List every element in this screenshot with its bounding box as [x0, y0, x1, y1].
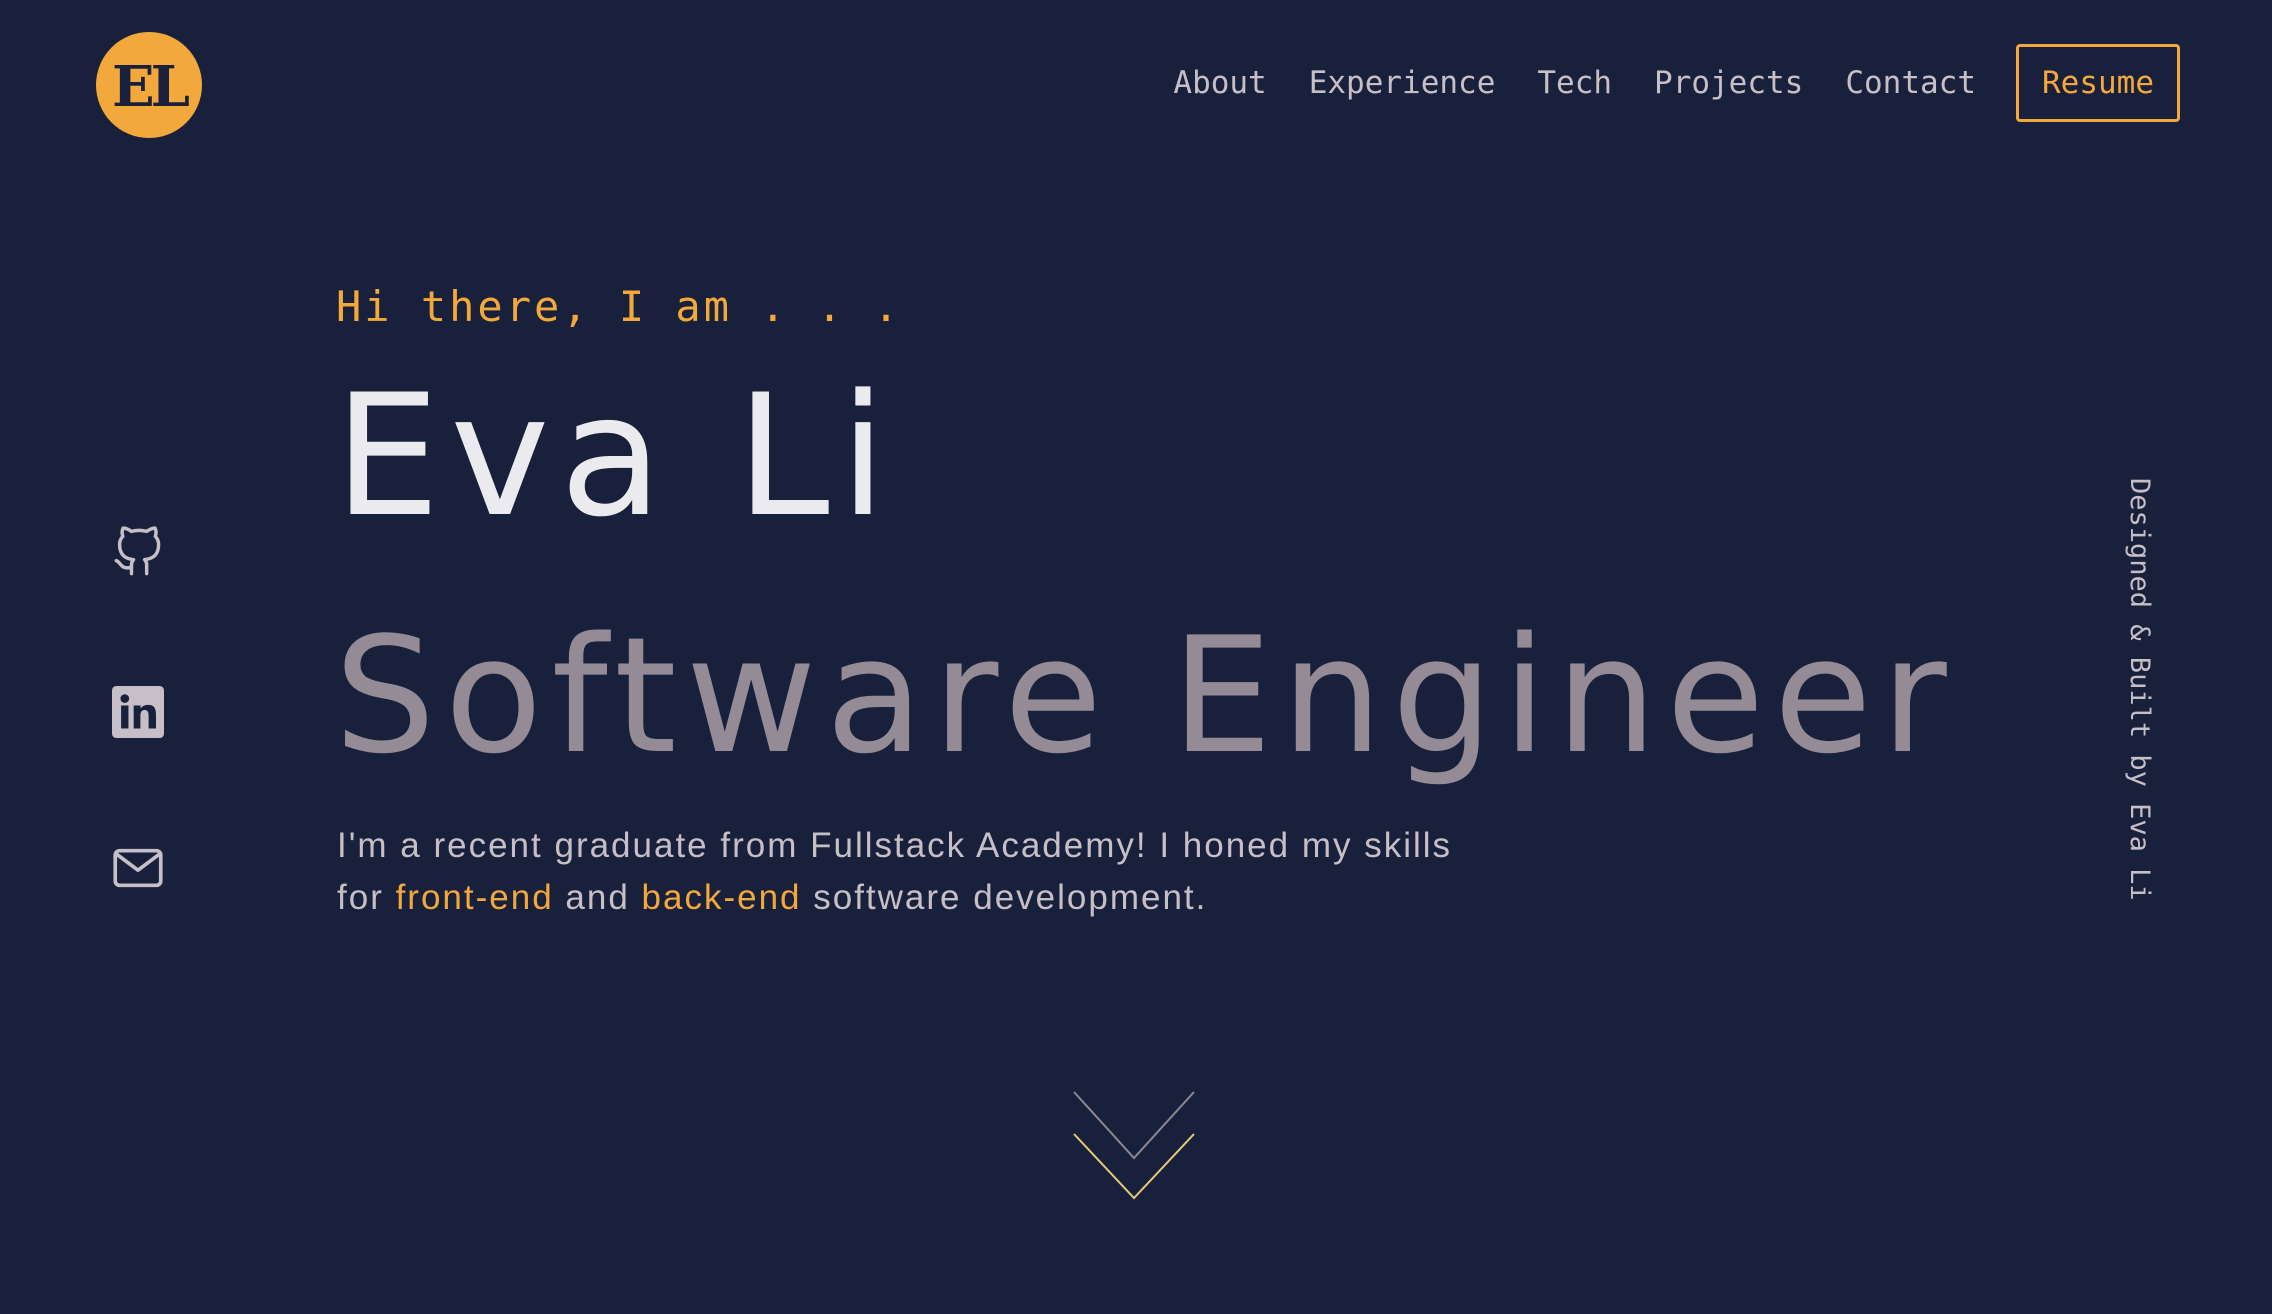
hero-name: Eva Li: [334, 358, 897, 554]
greeting-text: Hi there, I am . . .: [336, 282, 902, 331]
nav-projects[interactable]: Projects: [1654, 65, 1803, 101]
intro-text-2: and: [553, 878, 642, 917]
main-nav: About Experience Tech Projects Contact R…: [1173, 44, 2180, 122]
linkedin-icon[interactable]: [112, 686, 164, 738]
credit-text: Designed & Built by Eva Li: [2124, 478, 2155, 901]
nav-experience[interactable]: Experience: [1309, 65, 1496, 101]
logo[interactable]: EL: [96, 32, 202, 138]
nav-about[interactable]: About: [1173, 65, 1266, 101]
intro-text-3: software development.: [801, 878, 1208, 917]
github-icon[interactable]: [112, 526, 164, 578]
nav-contact[interactable]: Contact: [1845, 65, 1976, 101]
chevron-down-icon[interactable]: [1072, 1090, 1196, 1202]
front-end-highlight: front-end: [395, 878, 554, 917]
mail-icon[interactable]: [112, 842, 164, 894]
resume-button[interactable]: Resume: [2016, 44, 2180, 122]
back-end-highlight: back-end: [641, 878, 802, 917]
intro-paragraph: I'm a recent graduate from Fullstack Aca…: [337, 820, 1487, 924]
logo-text: EL: [111, 54, 190, 120]
hero-role: Software Engineer: [334, 602, 1956, 789]
nav-tech[interactable]: Tech: [1537, 65, 1612, 101]
